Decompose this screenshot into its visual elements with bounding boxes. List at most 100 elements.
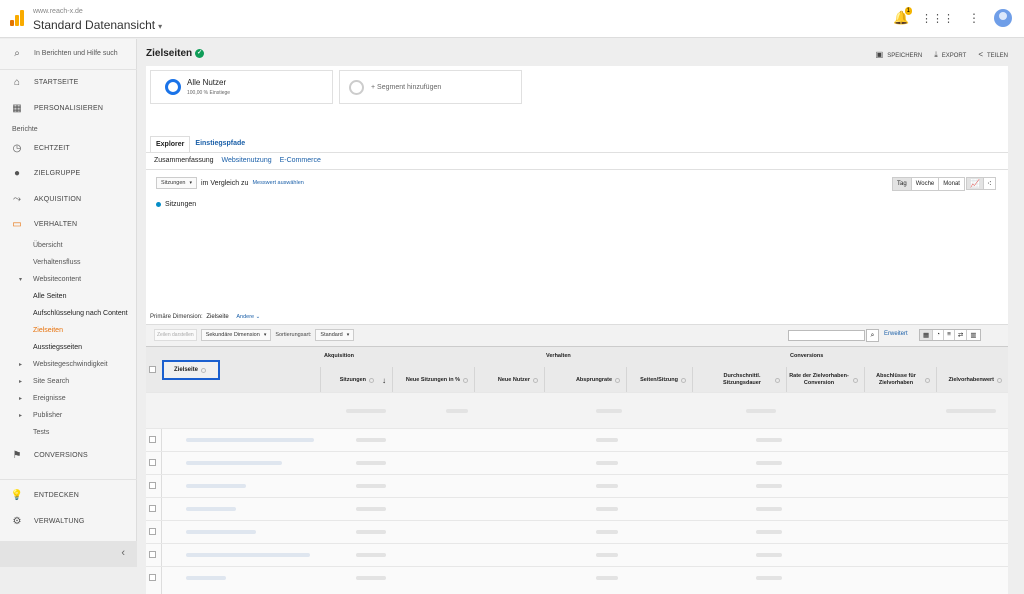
table-row[interactable]	[146, 451, 1008, 474]
blurred-link[interactable]	[186, 576, 226, 580]
help-icon	[681, 377, 686, 383]
sort-value: Standard	[320, 332, 343, 338]
divider	[0, 479, 137, 480]
sidebar-item-customize[interactable]: ▦ PERSONALISIEREN	[0, 98, 137, 118]
sidebar-item-realtime[interactable]: ◷ ECHTZEIT	[0, 138, 137, 158]
table-view-icon[interactable]: ▦	[920, 330, 934, 340]
search-icon: ⌕	[14, 47, 20, 59]
table-row[interactable]	[146, 520, 1008, 543]
blurred-link[interactable]	[186, 507, 236, 511]
sidebar-item-acquisition[interactable]: ⤳ AKQUISITION	[0, 189, 137, 209]
table-row[interactable]	[146, 566, 1008, 589]
sidebar-sub-events[interactable]: ▸ Ereignisse	[19, 395, 66, 402]
period-week-button[interactable]: Woche	[911, 178, 940, 190]
sidebar-sub-behavior-flow[interactable]: Verhaltensfluss	[33, 259, 80, 266]
blurred-link[interactable]	[186, 553, 310, 557]
subtab-ecommerce[interactable]: E-Commerce	[280, 157, 321, 164]
row-checkbox[interactable]	[149, 528, 156, 535]
home-icon: ⌂	[13, 76, 21, 88]
blurred-link[interactable]	[186, 484, 246, 488]
sidebar-item-home[interactable]: ⌂ STARTSEITE	[0, 72, 137, 92]
add-segment-button[interactable]: + Segment hinzufügen	[339, 70, 522, 104]
column-header-pages-per-session[interactable]: Seiten/Sitzung	[626, 367, 692, 393]
performance-view-icon[interactable]: ≡	[944, 330, 955, 340]
sort-label: Sortierungsart:	[275, 332, 312, 338]
sort-dropdown[interactable]: Standard ▾	[315, 329, 355, 341]
column-header-sessions[interactable]: Sitzungen ↓	[320, 367, 392, 393]
share-button[interactable]: < TEILEN	[978, 50, 1008, 60]
sidebar-item-admin[interactable]: ⚙ VERWALTUNG	[0, 511, 137, 531]
blurred-link[interactable]	[186, 438, 314, 442]
row-checkbox[interactable]	[149, 482, 156, 489]
subtab-site-usage[interactable]: Websitenutzung	[222, 157, 272, 164]
table-row[interactable]	[146, 543, 1008, 566]
notification-bell-icon[interactable]: 🔔 1	[893, 7, 912, 26]
sidebar-sub-all-pages[interactable]: Alle Seiten	[33, 293, 66, 300]
sidebar-sub-landing-pages[interactable]: Zielseiten	[33, 327, 63, 334]
export-button[interactable]: ⤓ EXPORT	[934, 50, 966, 60]
period-month-button[interactable]: Monat	[939, 178, 964, 190]
row-checkbox[interactable]	[149, 505, 156, 512]
analytics-logo-icon[interactable]	[10, 10, 24, 26]
table-row[interactable]	[146, 497, 1008, 520]
table-row[interactable]	[146, 428, 1008, 451]
row-checkbox[interactable]	[149, 459, 156, 466]
table-row[interactable]	[146, 474, 1008, 497]
save-button[interactable]: ▣ SPEICHERN	[876, 50, 923, 60]
sidebar-item-conversions[interactable]: ⚑ CONVERSIONS	[0, 445, 137, 465]
column-header-goal-value[interactable]: Zielvorhabenwert	[936, 367, 1008, 393]
tab-entry-paths[interactable]: Einstiegspfade	[190, 136, 251, 152]
sidebar-sub-publisher[interactable]: ▸ Publisher	[19, 412, 62, 419]
sidebar-sub-exit-pages[interactable]: Ausstiegsseiten	[33, 344, 82, 351]
column-header-new-users[interactable]: Neue Nutzer	[474, 367, 544, 393]
blurred-link[interactable]	[186, 461, 282, 465]
sidebar-search[interactable]: ⌕ In Berichten und Hilfe such	[0, 43, 137, 63]
select-metric-link[interactable]: Messwert auswählen	[252, 180, 303, 186]
sidebar-item-discover[interactable]: 💡 ENTDECKEN	[0, 485, 137, 505]
column-header-goal-conversion-rate[interactable]: Rate der Zielvorhaben-Conversion	[786, 367, 864, 393]
collapse-sidebar-button[interactable]: ‹	[0, 541, 137, 567]
search-icon[interactable]: ⌕	[866, 329, 879, 342]
sidebar-sub-tests[interactable]: Tests	[33, 429, 49, 436]
sidebar-sub-site-search[interactable]: ▸ Site Search	[19, 378, 69, 385]
column-header-goal-completions[interactable]: Abschlüsse für Zielvorhaben	[864, 367, 936, 393]
row-checkbox[interactable]	[149, 436, 156, 443]
column-header-landing-page[interactable]: Zielseite	[162, 360, 220, 380]
blurred-value	[596, 507, 618, 511]
segment-all-users[interactable]: Alle Nutzer 100,00 % Einstiege	[150, 70, 333, 104]
plot-rows-button[interactable]: Zeilen darstellen	[154, 329, 197, 341]
select-all-checkbox[interactable]	[149, 366, 156, 373]
more-menu-icon[interactable]: ⋮	[968, 11, 980, 25]
row-checkbox[interactable]	[149, 551, 156, 558]
apps-grid-icon[interactable]: ⋮⋮⋮	[921, 12, 954, 25]
advanced-filter-link[interactable]: Erweitert	[884, 331, 908, 337]
sidebar-sub-overview[interactable]: Übersicht	[33, 242, 63, 249]
sidebar-sub-site-speed[interactable]: ▸ Websitegeschwindigkeit	[19, 361, 108, 368]
sidebar-sub-content-drilldown[interactable]: Aufschlüsselung nach Content	[33, 310, 128, 317]
sidebar-sub-websitecontent[interactable]: ▾ Websitecontent	[19, 276, 81, 283]
line-chart-icon[interactable]: 📈	[967, 178, 984, 189]
tab-explorer[interactable]: Explorer	[150, 136, 191, 152]
sidebar-item-audience[interactable]: ● ZIELGRUPPE	[0, 163, 137, 183]
row-checkbox[interactable]	[149, 574, 156, 581]
motion-chart-icon[interactable]: ⁖	[984, 178, 995, 189]
secondary-dimension-dropdown[interactable]: Sekundäre Dimension ▾	[200, 329, 272, 341]
column-header-bounce-rate[interactable]: Absprungrate	[544, 367, 626, 393]
help-icon	[853, 377, 858, 383]
period-day-button[interactable]: Tag	[893, 178, 912, 190]
column-header-label: Zielseite	[174, 367, 199, 373]
subtab-summary[interactable]: Zusammenfassung	[154, 157, 214, 164]
column-header-avg-session-duration[interactable]: Durchschnittl. Sitzungsdauer	[692, 367, 786, 393]
sidebar-item-behavior[interactable]: ▭ VERHALTEN	[0, 214, 137, 234]
help-icon	[997, 377, 1002, 383]
column-header-new-sessions-percent[interactable]: Neue Sitzungen in %	[392, 367, 474, 393]
other-dimension-link[interactable]: Andere ⌄	[236, 314, 260, 320]
blurred-link[interactable]	[186, 530, 256, 534]
avatar[interactable]	[994, 9, 1012, 27]
view-selector[interactable]: Standard Datenansicht ▾	[33, 18, 162, 32]
pivot-view-icon[interactable]: ▥	[967, 330, 979, 340]
pie-view-icon[interactable]: ◔	[933, 330, 945, 340]
comparison-view-icon[interactable]: ⇄	[955, 330, 968, 340]
metric-dropdown[interactable]: Sitzungen ▾	[156, 177, 197, 189]
table-search-input[interactable]	[788, 330, 865, 341]
